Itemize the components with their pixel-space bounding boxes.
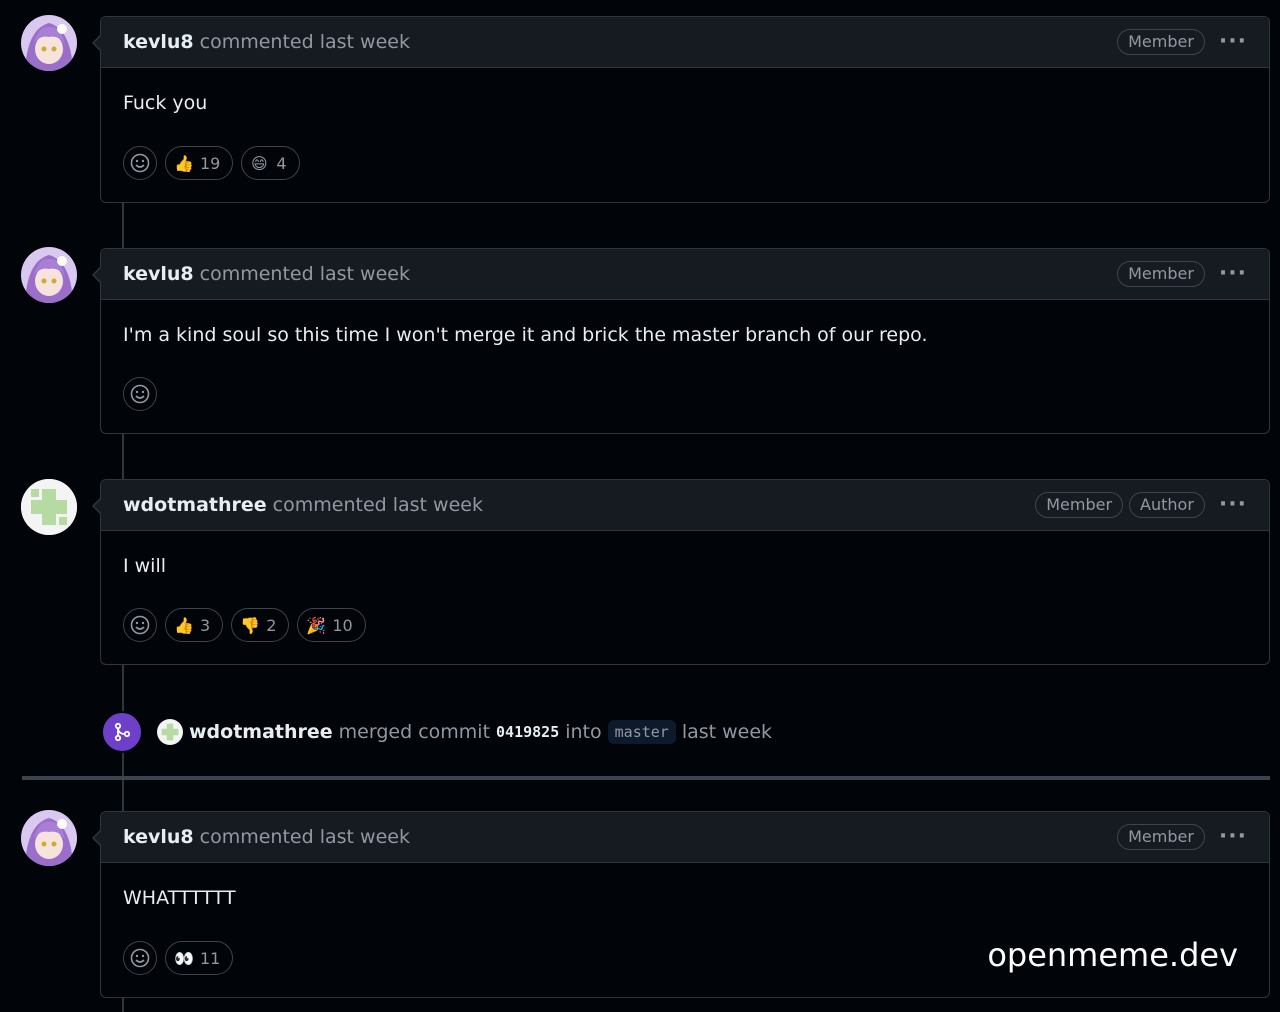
reaction-laugh[interactable]: 😄 4 bbox=[241, 146, 300, 180]
comment-header: kevlu8 commented last week Member ··· bbox=[101, 249, 1269, 300]
comment-timestamp[interactable]: commented last week bbox=[200, 31, 410, 53]
timeline-line bbox=[122, 780, 124, 811]
smiley-icon bbox=[130, 615, 150, 635]
smiley-icon bbox=[130, 948, 150, 968]
comment-author[interactable]: kevlu8 bbox=[123, 263, 194, 285]
smiley-icon bbox=[130, 153, 150, 173]
reaction-count: 4 bbox=[276, 153, 287, 173]
timeline-line bbox=[122, 202, 124, 248]
smiley-icon bbox=[130, 384, 150, 404]
reactions-bar bbox=[123, 377, 157, 411]
comment-body: I will bbox=[123, 555, 167, 577]
party-popper-icon: 🎉 bbox=[306, 615, 327, 635]
add-reaction-button[interactable] bbox=[123, 941, 157, 975]
merge-event: wdotmathree merged commit 0419825 into m… bbox=[101, 711, 772, 753]
reaction-thumbs-down[interactable]: 👎 2 bbox=[231, 608, 290, 642]
reaction-count: 10 bbox=[332, 615, 353, 635]
comment-header: kevlu8 commented last week Member ··· bbox=[101, 17, 1269, 68]
merge-actor[interactable]: wdotmathree bbox=[189, 721, 333, 743]
add-reaction-button[interactable] bbox=[123, 146, 157, 180]
reactions-bar: 👍 19 😄 4 bbox=[123, 146, 300, 180]
add-reaction-button[interactable] bbox=[123, 377, 157, 411]
merge-into-text: into bbox=[565, 721, 602, 743]
reaction-count: 19 bbox=[200, 153, 221, 173]
reactions-bar: 👍 3 👎 2 🎉 10 bbox=[123, 608, 366, 642]
comment-author[interactable]: kevlu8 bbox=[123, 31, 194, 53]
timeline-line bbox=[122, 434, 124, 480]
reaction-thumbs-up[interactable]: 👍 3 bbox=[165, 608, 224, 642]
reaction-thumbs-up[interactable]: 👍 19 bbox=[165, 146, 234, 180]
add-reaction-button[interactable] bbox=[123, 608, 157, 642]
comment-body: Fuck you bbox=[123, 92, 208, 114]
comment-card: kevlu8 commented last week Member ··· Fu… bbox=[92, 16, 1270, 203]
author-badge: Author bbox=[1129, 492, 1205, 518]
reaction-count: 11 bbox=[200, 948, 221, 968]
branch-name[interactable]: master bbox=[607, 720, 676, 744]
comment-timestamp[interactable]: commented last week bbox=[200, 263, 410, 285]
timeline-divider bbox=[22, 776, 1270, 780]
avatar-kevlu8[interactable] bbox=[21, 247, 77, 303]
reactions-bar: 👀 11 bbox=[123, 941, 234, 975]
comment-author[interactable]: kevlu8 bbox=[123, 826, 194, 848]
merge-icon bbox=[101, 711, 143, 753]
thumbs-up-icon: 👍 bbox=[174, 153, 194, 173]
eyes-icon: 👀 bbox=[174, 948, 194, 968]
comment-card: kevlu8 commented last week Member ··· I'… bbox=[92, 248, 1270, 434]
reaction-eyes[interactable]: 👀 11 bbox=[165, 941, 234, 975]
avatar-wdotmathree-small[interactable] bbox=[157, 719, 183, 745]
avatar-kevlu8[interactable] bbox=[21, 15, 77, 71]
merge-text: merged commit bbox=[338, 721, 491, 743]
more-options-icon[interactable]: ··· bbox=[1219, 263, 1247, 285]
member-badge: Member bbox=[1035, 492, 1124, 518]
more-options-icon[interactable]: ··· bbox=[1219, 826, 1247, 848]
reaction-count: 3 bbox=[200, 615, 211, 635]
comment-header: kevlu8 commented last week Member ··· bbox=[101, 812, 1269, 863]
avatar-wdotmathree[interactable] bbox=[21, 479, 77, 535]
comment-card: wdotmathree commented last week Member A… bbox=[92, 479, 1270, 665]
comment-header: wdotmathree commented last week Member A… bbox=[101, 480, 1269, 531]
comment-timestamp[interactable]: commented last week bbox=[273, 494, 483, 516]
laugh-icon: 😄 bbox=[251, 153, 268, 173]
member-badge: Member bbox=[1117, 824, 1205, 850]
member-badge: Member bbox=[1117, 261, 1205, 287]
avatar-kevlu8[interactable] bbox=[21, 810, 77, 866]
watermark: openmeme.dev bbox=[987, 936, 1238, 974]
comment-timestamp[interactable]: commented last week bbox=[200, 826, 410, 848]
more-options-icon[interactable]: ··· bbox=[1219, 31, 1247, 53]
comment-author[interactable]: wdotmathree bbox=[123, 494, 267, 516]
comment-body: I'm a kind soul so this time I won't mer… bbox=[123, 324, 928, 346]
timeline-line bbox=[122, 997, 124, 1012]
reaction-hooray[interactable]: 🎉 10 bbox=[297, 608, 366, 642]
thumbs-up-icon: 👍 bbox=[174, 615, 194, 635]
comment-body: WHATTTTTT bbox=[123, 887, 236, 909]
member-badge: Member bbox=[1117, 29, 1205, 55]
commit-hash[interactable]: 0419825 bbox=[496, 723, 559, 741]
merge-timestamp[interactable]: last week bbox=[682, 721, 772, 743]
more-options-icon[interactable]: ··· bbox=[1219, 494, 1247, 516]
reaction-count: 2 bbox=[266, 615, 277, 635]
thumbs-down-icon: 👎 bbox=[240, 615, 261, 635]
